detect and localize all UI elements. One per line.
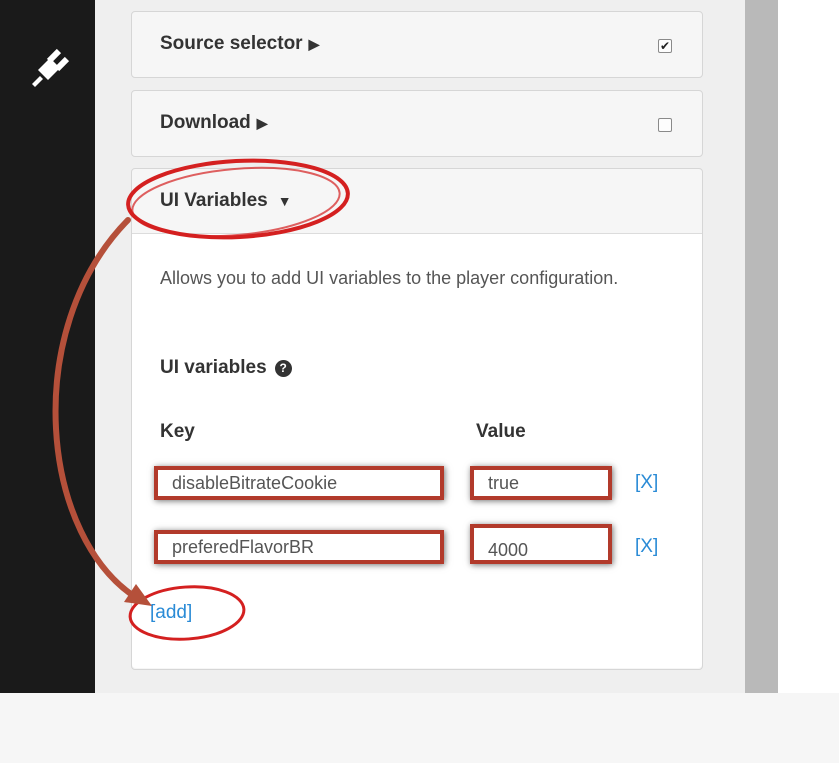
expand-arrow-icon: ▶ [256, 114, 268, 131]
remove-row-link[interactable]: [X] [635, 472, 658, 494]
source-selector-checkbox[interactable]: ✔ [658, 39, 672, 53]
help-icon[interactable]: ? [274, 359, 292, 377]
value-input[interactable]: true [470, 466, 612, 500]
value-input[interactable]: 4000 [470, 524, 612, 564]
add-variable-link[interactable]: [add] [150, 602, 192, 624]
scrollbar[interactable] [745, 0, 778, 693]
plug-icon[interactable] [24, 40, 76, 92]
section-label-text: UI variables [160, 357, 267, 378]
collapse-arrow-icon: ▼ [277, 193, 292, 209]
panel-title: Source selector [160, 33, 303, 54]
value-column-header: Value [476, 421, 526, 442]
panel-title: UI Variables [160, 190, 268, 211]
key-input[interactable]: preferedFlavorBR [154, 530, 444, 564]
key-column-header: Key [160, 421, 195, 442]
ui-variables-description: Allows you to add UI variables to the pl… [160, 268, 619, 288]
ui-variables-body: Allows you to add UI variables to the pl… [132, 233, 702, 668]
source-selector-header[interactable]: Source selector ▶ [132, 12, 702, 76]
download-checkbox[interactable] [658, 118, 672, 132]
source-selector-panel: Source selector ▶ ✔ [131, 11, 703, 78]
footer-area [0, 693, 839, 763]
download-panel: Download ▶ [131, 90, 703, 157]
download-header[interactable]: Download ▶ [132, 91, 702, 155]
key-input[interactable]: disableBitrateCookie [154, 466, 444, 500]
panel-title: Download [160, 112, 251, 133]
remove-row-link[interactable]: [X] [635, 536, 658, 558]
ui-variables-section-label: UI variables ? [160, 357, 292, 379]
expand-arrow-icon: ▶ [308, 35, 320, 52]
sidebar [0, 0, 95, 693]
ui-variables-panel: UI Variables ▼ Allows you to add UI vari… [131, 168, 703, 670]
ui-variables-header[interactable]: UI Variables ▼ [132, 169, 702, 233]
